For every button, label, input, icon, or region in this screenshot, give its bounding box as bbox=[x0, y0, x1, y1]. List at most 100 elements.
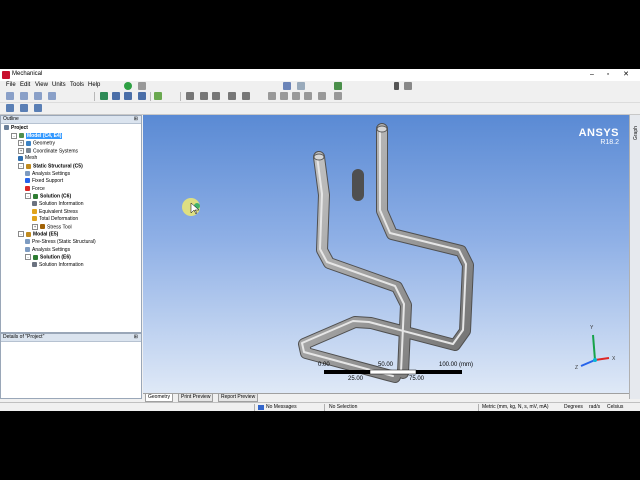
menu-file[interactable]: File bbox=[6, 82, 16, 88]
filter-icon[interactable] bbox=[6, 104, 14, 112]
close-button[interactable]: ✕ bbox=[618, 70, 634, 80]
select-mode-icon[interactable] bbox=[112, 92, 120, 100]
menu-view[interactable]: View bbox=[35, 82, 48, 88]
static-icon bbox=[26, 163, 31, 169]
pan-icon[interactable] bbox=[186, 92, 194, 100]
force-icon bbox=[25, 185, 30, 191]
cursor-highlight bbox=[182, 198, 200, 216]
view-icon[interactable] bbox=[297, 82, 305, 90]
previous-view-icon[interactable] bbox=[268, 92, 276, 100]
vertex-select-icon[interactable] bbox=[48, 92, 56, 100]
tree-item[interactable]: Force bbox=[25, 186, 45, 193]
tree-item[interactable]: Fixed Support bbox=[25, 178, 63, 185]
expand-icon[interactable]: + bbox=[32, 223, 38, 230]
graphics-viewport[interactable]: Y X Z ANSYS R18.2 0.00 50.00 100.00 (mm)… bbox=[143, 115, 629, 393]
collapse-icon[interactable]: - bbox=[25, 193, 31, 200]
ansys-version: R18.2 bbox=[600, 139, 619, 146]
status-messages[interactable]: No Messages bbox=[266, 404, 297, 410]
rotate-icon[interactable] bbox=[154, 92, 162, 100]
magnify-icon[interactable] bbox=[242, 92, 250, 100]
modal-icon bbox=[26, 231, 31, 237]
tab-print-preview[interactable]: Print Preview bbox=[178, 394, 214, 402]
menu-edit[interactable]: Edit bbox=[20, 82, 30, 88]
set-view-icon[interactable] bbox=[304, 92, 312, 100]
tag-icon[interactable] bbox=[404, 82, 412, 90]
solve-icon[interactable] bbox=[124, 82, 132, 90]
pipe-model[interactable] bbox=[298, 123, 474, 383]
tree-item[interactable]: + Geometry bbox=[18, 140, 55, 147]
minimize-button[interactable]: – bbox=[584, 70, 600, 80]
tree-item[interactable]: Total Deformation bbox=[32, 216, 78, 223]
model-graphics: Y X Z bbox=[182, 123, 616, 383]
tree-item[interactable]: Analysis Settings bbox=[25, 247, 70, 254]
tab-report-preview[interactable]: Report Preview bbox=[218, 394, 259, 402]
expand-icon[interactable] bbox=[138, 92, 146, 100]
status-selection: No Selection bbox=[329, 404, 358, 410]
zoom-fit-icon[interactable] bbox=[228, 92, 236, 100]
graph-side-tab[interactable]: Graph bbox=[629, 115, 640, 399]
status-temp[interactable]: Celsius bbox=[607, 404, 623, 410]
zoom-icon[interactable] bbox=[200, 92, 208, 100]
outline-header: Outline ⊞ bbox=[1, 116, 141, 124]
status-angle[interactable]: Degrees bbox=[564, 404, 583, 410]
status-rate[interactable]: rad/s bbox=[589, 404, 600, 410]
tree-item-label: Mesh bbox=[25, 155, 38, 162]
support-icon bbox=[25, 178, 30, 184]
collapse-icon[interactable] bbox=[34, 104, 42, 112]
box-zoom-icon[interactable] bbox=[212, 92, 220, 100]
tree-item[interactable]: Mesh bbox=[18, 155, 37, 162]
menu-units[interactable]: Units bbox=[52, 82, 66, 88]
tree-item[interactable]: - Model (C4, E4) bbox=[11, 132, 63, 140]
collapse-icon[interactable]: - bbox=[18, 163, 24, 169]
mechanical-window: Mechanical – ▫ ✕ File Edit View Units To… bbox=[0, 69, 640, 411]
tree-item-label: Geometry bbox=[33, 140, 55, 147]
viewport-layout-icon[interactable] bbox=[334, 92, 342, 100]
search-tree-icon[interactable] bbox=[20, 104, 28, 112]
tree-item-label: Total Deformation bbox=[39, 216, 79, 223]
view-options-icon[interactable] bbox=[318, 92, 326, 100]
tree-item[interactable]: Pre-Stress (Static Structural) bbox=[25, 239, 96, 246]
body-select-icon[interactable] bbox=[100, 92, 108, 100]
isometric-icon[interactable] bbox=[292, 92, 300, 100]
tree-item[interactable]: Project bbox=[4, 125, 28, 132]
tree-item-label: Solution (C6) bbox=[40, 193, 72, 200]
next-view-icon[interactable] bbox=[280, 92, 288, 100]
menu-tools[interactable]: Tools bbox=[70, 82, 84, 88]
edge-select-icon[interactable] bbox=[34, 92, 42, 100]
tree-item[interactable]: - Solution (C6) bbox=[25, 193, 71, 200]
maximize-button[interactable]: ▫ bbox=[600, 70, 616, 80]
pin-icon[interactable]: ⊞ bbox=[134, 116, 138, 123]
status-units[interactable]: Metric (mm, kg, N, s, mV, mA) bbox=[482, 404, 548, 410]
tree-item[interactable]: - Solution (E6) bbox=[25, 254, 71, 261]
message-icon[interactable] bbox=[258, 405, 264, 410]
scale-label-50: 50.00 bbox=[378, 362, 394, 368]
menu-help[interactable]: Help bbox=[88, 82, 100, 88]
tree-item[interactable]: - Modal (E5) bbox=[18, 231, 58, 238]
extend-icon[interactable] bbox=[124, 92, 132, 100]
collapse-icon[interactable]: - bbox=[25, 254, 31, 261]
tab-geometry[interactable]: Geometry bbox=[145, 394, 173, 402]
expand-icon[interactable]: + bbox=[18, 140, 24, 147]
collapse-icon[interactable]: - bbox=[11, 132, 17, 139]
dropdown-icon[interactable] bbox=[138, 82, 146, 90]
expand-icon[interactable]: + bbox=[18, 147, 24, 154]
tree-item[interactable]: + Stress Tool bbox=[32, 223, 72, 231]
tree-item[interactable]: Solution Information bbox=[32, 201, 83, 208]
svg-text:Z: Z bbox=[575, 365, 578, 371]
tree-item[interactable]: Solution Information bbox=[32, 262, 83, 269]
face-select-icon[interactable] bbox=[20, 92, 28, 100]
tree-item[interactable]: Analysis Settings bbox=[25, 171, 70, 178]
pointer-icon[interactable] bbox=[6, 92, 14, 100]
tree-item[interactable]: Equivalent Stress bbox=[32, 209, 78, 216]
tree-item[interactable]: - Static Structural (C5) bbox=[18, 163, 83, 170]
model-icon bbox=[19, 133, 24, 139]
pin-icon[interactable]: ⊞ bbox=[134, 334, 138, 341]
tree-item-label: Fixed Support bbox=[32, 178, 64, 185]
select-cursor-icon[interactable] bbox=[394, 82, 399, 90]
scale-label-25: 25.00 bbox=[348, 376, 364, 382]
tree-item-label: Force bbox=[32, 185, 45, 192]
tree-item[interactable]: + Coordinate Systems bbox=[18, 147, 78, 155]
show-icon[interactable] bbox=[283, 82, 291, 90]
display-icon[interactable] bbox=[334, 82, 342, 90]
collapse-icon[interactable]: - bbox=[18, 231, 24, 238]
